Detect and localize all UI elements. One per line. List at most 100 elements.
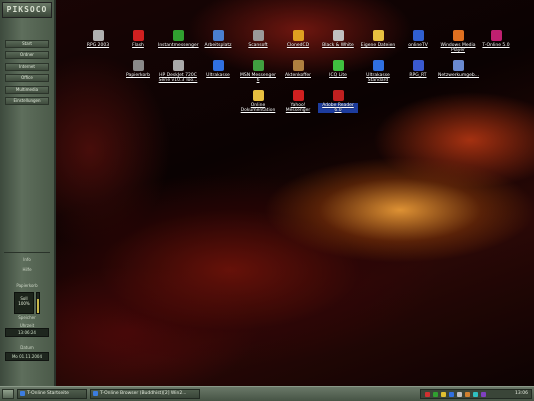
desktop-icon[interactable]: RPG_RT xyxy=(398,60,438,78)
desktop-icon-label: Eigene Dateien xyxy=(360,43,396,48)
scanner-icon xyxy=(252,30,264,41)
desktop-icon-label: Ultrakasse xyxy=(206,73,230,78)
desktop-icon-label: Ultrakasse Standard xyxy=(366,73,390,83)
desktop-icon[interactable]: Yahoo! Messenger xyxy=(278,90,318,113)
program-icon xyxy=(412,60,424,71)
desktop-icon-label: Black & White xyxy=(322,43,354,48)
sidebar-recycle-label: Papierkorb xyxy=(16,283,38,288)
desktop-icon-label: Instantmessenger xyxy=(158,43,199,48)
messenger-icon xyxy=(172,30,184,41)
folder-icon xyxy=(252,90,264,101)
desktop-icon-label: Papierkorb xyxy=(126,73,150,78)
pdf-icon xyxy=(332,90,344,101)
sidebar-divider xyxy=(4,252,50,253)
desktop-icon-label: Arbeitsplatz xyxy=(204,43,232,48)
desktop-icon[interactable]: Scansoft xyxy=(238,30,278,48)
desktop-icon[interactable]: ClonedCD xyxy=(278,30,318,48)
tray-icon[interactable] xyxy=(457,392,462,397)
sidebar-button-internet[interactable]: Internet xyxy=(5,63,49,71)
browser-icon xyxy=(93,391,98,396)
sidebar-button-office[interactable]: Office xyxy=(5,74,49,82)
desktop-icon[interactable]: Windows Media Player xyxy=(438,30,478,53)
desktop-icon[interactable]: Instantmessenger xyxy=(158,30,199,48)
desktop-icon[interactable]: onlineTV xyxy=(398,30,438,48)
desktop-icon[interactable]: Eigene Dateien xyxy=(358,30,398,48)
desktop-icon[interactable]: Papierkorb xyxy=(118,60,158,78)
desktop-icon-label: RPG_RT xyxy=(409,73,427,78)
sidebar-info-label[interactable]: Info xyxy=(5,256,49,263)
desktop-icon[interactable]: Flash xyxy=(118,30,158,48)
globe-icon xyxy=(212,60,224,71)
desktop-icon[interactable]: Ultrakasse Standard xyxy=(358,60,398,83)
desktop-icon-label: MSN Messenger 6 xyxy=(240,73,276,83)
sidebar-panel: PIKSOCO Start Ordner Internet Office Mul… xyxy=(0,0,56,386)
desktop-icon-label: Flash xyxy=(132,43,144,48)
browser-icon xyxy=(20,391,25,396)
memory-label: Speicher xyxy=(18,315,36,320)
sidebar-button-start[interactable]: Start xyxy=(5,40,49,48)
desktop-icon[interactable]: MSN Messenger 6 xyxy=(238,60,278,83)
briefcase-icon xyxy=(292,60,304,71)
program-icon xyxy=(92,30,104,41)
desktop-icon[interactable]: T-Online 5.0 xyxy=(476,30,516,48)
tray-icon[interactable] xyxy=(481,392,486,397)
msn-icon xyxy=(252,60,264,71)
desktop-icon[interactable]: ICQ Lite xyxy=(318,60,358,78)
tray-icon[interactable] xyxy=(441,392,446,397)
taskbar: T-Online Startseite T-Online Browser (Bu… xyxy=(0,386,534,401)
memory-meter: Soll 100% xyxy=(14,292,34,314)
tray-icon[interactable] xyxy=(465,392,470,397)
date-label: Datum xyxy=(20,345,34,350)
tonline-icon xyxy=(490,30,502,41)
start-button[interactable] xyxy=(2,389,14,399)
tray-icon[interactable] xyxy=(425,392,430,397)
sidebar-button-multimedia[interactable]: Multimedia xyxy=(5,86,49,94)
desktop-icon[interactable]: RPG 2003 xyxy=(78,30,118,48)
taskbar-task-1[interactable]: T-Online Browser (Buddhist)[2] Win2... xyxy=(90,389,200,399)
memory-bar xyxy=(36,292,40,314)
sidebar-button-einstellungen[interactable]: Einstellungen xyxy=(5,97,49,105)
taskbar-clock: 13:06 xyxy=(515,391,528,396)
recycle-bin-icon xyxy=(132,60,144,71)
desktop-icon-label: ICQ Lite xyxy=(329,73,347,78)
desktop-icon-label: ClonedCD xyxy=(286,43,310,48)
media-player-icon xyxy=(452,30,464,41)
globe-icon xyxy=(372,60,384,71)
time-display: 13:06:24 xyxy=(5,328,49,337)
sidebar-button-ordner[interactable]: Ordner xyxy=(5,51,49,59)
desktop-icon-label: HP DeskJet 720C Serie v10.3 Too... xyxy=(158,73,198,83)
desktop-icon[interactable]: Aktenkoffer xyxy=(278,60,318,78)
desktop-icon[interactable]: Ultrakasse xyxy=(198,60,238,78)
taskbar-task-label: T-Online Browser (Buddhist)[2] Win2... xyxy=(100,391,187,396)
printer-icon xyxy=(172,60,184,71)
computer-icon xyxy=(212,30,224,41)
desktop-icon[interactable]: Online Dokumentation xyxy=(238,90,278,113)
desktop-icon[interactable]: HP DeskJet 720C Serie v10.3 Too... xyxy=(158,60,198,83)
tray-icon[interactable] xyxy=(449,392,454,397)
desktop-icon-label: RPG 2003 xyxy=(86,43,110,48)
tv-icon xyxy=(412,30,424,41)
date-display: Mo 01.11.2004 xyxy=(5,352,49,361)
desktop-icon[interactable]: Arbeitsplatz xyxy=(198,30,238,48)
desktop-icon-label: Scansoft xyxy=(248,43,268,48)
cd-icon xyxy=(292,30,304,41)
system-tray: 13:06 xyxy=(420,389,532,399)
desktop-icon-label: Windows Media Player xyxy=(440,43,476,53)
desktop-icon-label: Yahoo! Messenger xyxy=(285,103,311,113)
tray-icon[interactable] xyxy=(473,392,478,397)
desktop-icon-label: Aktenkoffer xyxy=(285,73,311,78)
taskbar-task-0[interactable]: T-Online Startseite xyxy=(17,389,87,399)
desktop-icon-label: T-Online 5.0 xyxy=(482,43,510,48)
desktop-icon[interactable]: Black & White xyxy=(318,30,358,48)
sidebar-help-label[interactable]: Hilfe xyxy=(5,266,49,273)
tray-icon[interactable] xyxy=(433,392,438,397)
network-icon xyxy=(452,60,464,71)
desktop-icon-label: onlineTV xyxy=(408,43,428,48)
desktop-icon[interactable]: Netzwerkumgeb... xyxy=(438,60,479,78)
desktop-icon-label: Online Dokumentation xyxy=(240,103,276,113)
desktop-icon-label: Adobe Reader 6.0 xyxy=(318,103,358,113)
memory-value: Soll 100% xyxy=(18,296,30,306)
sidebar-logo: PIKSOCO xyxy=(2,2,52,18)
game-icon xyxy=(332,30,344,41)
desktop-icon[interactable]: Adobe Reader 6.0 xyxy=(318,90,358,113)
